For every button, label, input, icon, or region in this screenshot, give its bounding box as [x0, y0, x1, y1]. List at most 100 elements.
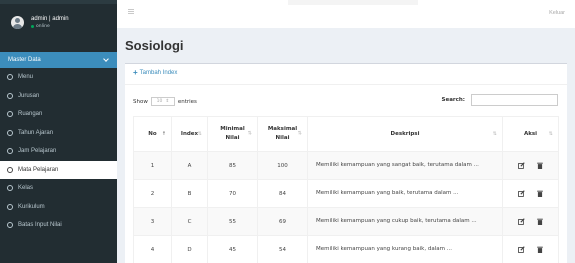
- add-index-button[interactable]: + Tambah Index: [133, 69, 178, 77]
- chevron-down-icon: [103, 56, 109, 62]
- sort-icon: ⇅: [197, 131, 202, 137]
- cell-max: 84: [257, 179, 308, 208]
- sort-icon: ⇅: [492, 131, 497, 137]
- table-row: 3 C 55 69 Memiliki kemampuan yang cukup …: [133, 207, 559, 236]
- trash-icon[interactable]: [535, 189, 545, 199]
- content-box: + Tambah Index Show 10 ⇕ entries Search:…: [125, 63, 567, 263]
- avatar: [11, 16, 24, 29]
- trash-icon[interactable]: [535, 161, 545, 171]
- trash-icon[interactable]: [535, 245, 545, 255]
- cell-index: A: [171, 151, 208, 180]
- add-index-label: Tambah Index: [139, 70, 178, 76]
- sidebar-header-master-data[interactable]: Master Data: [0, 52, 117, 68]
- trash-icon[interactable]: [535, 217, 545, 227]
- sort-icon: ⇅: [297, 130, 302, 137]
- table-row: 4 D 45 54 Memiliki kemampuan yang kurang…: [133, 235, 559, 263]
- col-header-deskripsi[interactable]: Deskripsi ⇅: [307, 116, 503, 152]
- select-arrows-icon: ⇕: [165, 99, 170, 104]
- user-name: admin | admin: [31, 16, 69, 22]
- sidebar-item-label: Kurikulum: [18, 203, 45, 210]
- sidebar-item-kurikulum[interactable]: Kurikulum: [0, 198, 117, 217]
- cell-max: 100: [257, 151, 308, 180]
- cell-index: C: [171, 207, 208, 236]
- circle-icon: [7, 203, 13, 210]
- table-row: 2 B 70 84 Memiliki kemampuan yang baik, …: [133, 179, 559, 208]
- entries-value: 10: [156, 99, 163, 104]
- show-suffix: entries: [177, 98, 197, 105]
- sidebar-item-label: Ruangan: [18, 111, 43, 118]
- logout-link[interactable]: Keluar: [549, 10, 565, 16]
- sort-asc-icon: ↑: [161, 131, 166, 137]
- cell-deskripsi: Memiliki kemampuan yang baik, terutama d…: [307, 179, 503, 208]
- circle-icon: [7, 92, 13, 99]
- col-header-index[interactable]: Index ⇅: [171, 116, 208, 152]
- search-input[interactable]: [471, 94, 558, 106]
- cell-min: 70: [207, 179, 258, 208]
- col-header-label: Index: [180, 131, 199, 137]
- circle-icon: [7, 166, 13, 173]
- top-navbar: Keluar: [117, 0, 575, 28]
- cell-min: 45: [207, 235, 258, 263]
- sidebar-item-jurusan[interactable]: Jurusan: [0, 87, 117, 106]
- hamburger-icon[interactable]: [128, 9, 134, 14]
- sidebar-item-batas-input-nilai[interactable]: Batas Input Nilai: [0, 216, 117, 235]
- col-header-no[interactable]: No ↑: [133, 116, 172, 152]
- edit-icon[interactable]: [516, 189, 526, 199]
- sidebar-item-ruangan[interactable]: Ruangan: [0, 105, 117, 124]
- sort-icon: ⇅: [548, 131, 553, 137]
- cell-no: 1: [133, 151, 172, 180]
- circle-icon: [7, 185, 13, 192]
- sidebar-item-label: Batas Input Nilai: [18, 222, 62, 229]
- sidebar-item-mata-pelajaran[interactable]: Mata Pelajaran: [0, 160, 117, 179]
- cell-deskripsi: Memiliki kemampuan yang kurang baik, dal…: [307, 235, 503, 263]
- show-prefix: Show: [133, 98, 148, 105]
- sidebar-item-menu[interactable]: Menu: [0, 68, 117, 87]
- cell-aksi: [502, 235, 559, 263]
- cell-no: 4: [133, 235, 172, 263]
- edit-icon[interactable]: [516, 217, 526, 227]
- circle-icon: [7, 74, 13, 81]
- edit-icon[interactable]: [516, 245, 526, 255]
- online-dot-icon: [31, 25, 34, 28]
- sidebar: admin | admin online Master Data Menu Ju…: [0, 0, 117, 263]
- sidebar-item-label: Mata Pelajaran: [18, 166, 59, 173]
- sidebar-header-label: Master Data: [8, 57, 41, 63]
- col-header-label: Aksi: [523, 131, 538, 137]
- cell-deskripsi: Memiliki kemampuan yang sangat baik, ter…: [307, 151, 503, 180]
- sidebar-item-kelas[interactable]: Kelas: [0, 179, 117, 198]
- sidebar-item-label: Menu: [18, 74, 34, 81]
- cell-min: 85: [207, 151, 258, 180]
- sidebar-item-label: Kelas: [18, 185, 34, 192]
- top-bar-strip: [288, 0, 418, 5]
- table-row: 1 A 85 100 Memiliki kemampuan yang sanga…: [133, 151, 559, 180]
- circle-icon: [7, 111, 13, 118]
- user-panel: admin | admin online: [0, 0, 117, 45]
- index-table: No ↑ Index ⇅ Minimal Nilai ⇅ Maksimal Nilai ⇅ …: [133, 116, 559, 263]
- sidebar-item-label: Jurusan: [18, 92, 40, 99]
- circle-icon: [7, 129, 13, 136]
- circle-icon: [7, 148, 13, 155]
- col-header-aksi[interactable]: Aksi ⇅: [502, 116, 559, 152]
- user-status-text: online: [36, 24, 50, 29]
- col-header-label: No: [148, 131, 157, 137]
- cell-max: 54: [257, 235, 308, 263]
- cell-index: D: [171, 235, 208, 263]
- search-label: Search:: [441, 97, 466, 103]
- box-divider: [125, 84, 567, 85]
- col-header-max[interactable]: Maksimal Nilai ⇅: [257, 116, 308, 152]
- cell-min: 55: [207, 207, 258, 236]
- entries-select[interactable]: 10 ⇕: [150, 97, 175, 106]
- user-status: online: [31, 24, 69, 29]
- sidebar-top-strip: [0, 0, 117, 4]
- sidebar-item-jam-pelajaran[interactable]: Jam Pelajaran: [0, 142, 117, 161]
- sort-icon: ⇅: [247, 130, 252, 137]
- sidebar-item-tahun-ajaran[interactable]: Tahun Ajaran: [0, 124, 117, 143]
- cell-no: 2: [133, 179, 172, 208]
- col-header-label: Deskripsi: [390, 131, 420, 137]
- edit-icon[interactable]: [516, 161, 526, 171]
- col-header-min[interactable]: Minimal Nilai ⇅: [207, 116, 258, 152]
- circle-icon: [7, 222, 13, 229]
- cell-index: B: [171, 179, 208, 208]
- page-title: Sosiologi: [125, 38, 184, 53]
- user-info: admin | admin online: [31, 16, 69, 29]
